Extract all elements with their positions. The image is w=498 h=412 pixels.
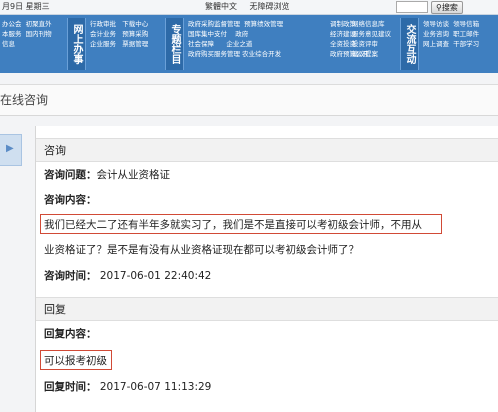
nav-link[interactable]: 票据管理 xyxy=(122,40,148,48)
reply-content-value: 可以报考初级 xyxy=(44,355,107,367)
nav-link[interactable]: 业务咨询 xyxy=(423,30,449,38)
consult-section-header: 咨询 xyxy=(36,138,498,162)
nav-link[interactable]: 初聚直外 xyxy=(26,20,52,28)
consult-content-line2: 业资格证了？是不是有没有从业资格证现在都可以考初级会计师了？ xyxy=(44,242,359,257)
traditional-chinese-link[interactable]: 繁體中文 xyxy=(205,2,237,11)
nav-link[interactable]: 社会保障 xyxy=(188,40,214,48)
reply-section-title: 回复 xyxy=(44,303,66,316)
top-bar: 月9日 星期三 繁體中文 无障碍浏览 ⚲搜索 xyxy=(0,0,498,15)
reply-content-row: 可以报考初级 xyxy=(44,353,107,368)
nav-link[interactable]: 预算绩效管理 xyxy=(244,20,283,28)
consult-content-line1: 我们已经大二了还有半年多就实习了，我们是不是直接可以考初级会计师，不用从 xyxy=(44,217,422,232)
sidebar-toggle[interactable]: ▶ xyxy=(0,134,22,166)
main-navigation: 办公会 初聚直外 本服务 国内刊物 信息 网上办事 行政审批 下载中心 会计业务… xyxy=(0,15,498,73)
page-title: 在线咨询 xyxy=(0,93,49,107)
date-text: 月9日 星期三 xyxy=(2,2,50,11)
nav-link[interactable]: 下载中心 xyxy=(122,20,148,28)
nav-link[interactable]: 本服务 xyxy=(2,30,22,38)
reply-time-value: 2017-06-07 11:13:29 xyxy=(99,381,212,393)
search-button-label: 搜索 xyxy=(441,3,458,12)
nav-link[interactable]: 国库集中支付 xyxy=(188,30,227,38)
nav-link[interactable]: 农业综合开发 xyxy=(242,50,281,58)
page-title-bar: 在线咨询 xyxy=(0,84,498,116)
consult-content-label: 咨询内容： xyxy=(44,192,97,207)
reply-section-header: 回复 xyxy=(36,297,498,321)
nav-link[interactable]: 政府购买服务管理 xyxy=(188,50,240,58)
nav-link[interactable]: 网上调查 xyxy=(423,40,449,48)
nav-head-special-topics[interactable]: 专题栏目 xyxy=(165,18,184,70)
consult-time-value: 2017-06-01 22:40:42 xyxy=(99,270,212,282)
consult-time-row: 咨询时间： 2017-06-01 22:40:42 xyxy=(44,268,211,283)
question-value: 会计从业资格证 xyxy=(96,169,171,181)
nav-link[interactable]: 预算采购 xyxy=(122,30,148,38)
nav-col-6: 领导访谈 领导信箱 业务咨询 职工邮件 网上调查 干部学习 xyxy=(423,19,479,49)
nav-link[interactable]: 企业服务 xyxy=(90,40,116,48)
nav-col-5: 网络信息库 服务意见建议 投资评审 建议提案 xyxy=(352,19,391,59)
question-label: 咨询问题： xyxy=(44,169,97,181)
consult-question-row: 咨询问题：会计从业资格证 xyxy=(44,167,170,182)
reply-content-label-row: 回复内容： xyxy=(44,326,97,341)
nav-link[interactable]: 行政审批 xyxy=(90,20,116,28)
nav-link[interactable]: 企业之道 xyxy=(226,40,252,48)
nav-link[interactable]: 信息 xyxy=(2,40,15,48)
nav-link[interactable]: 政府 xyxy=(235,30,248,38)
consultation-panel: 咨询 咨询问题：会计从业资格证 咨询内容： 我们已经大二了还有半年多就实习了，我… xyxy=(35,126,498,412)
nav-link[interactable]: 会计业务 xyxy=(90,30,116,38)
reply-time-row: 回复时间： 2017-06-07 11:13:29 xyxy=(44,379,211,394)
consult-section-title: 咨询 xyxy=(44,144,66,157)
nav-col-1: 办公会 初聚直外 本服务 国内刊物 信息 xyxy=(2,19,52,49)
nav-head-interaction[interactable]: 交流互动 xyxy=(400,18,419,70)
chevron-right-icon: ▶ xyxy=(6,143,14,154)
nav-col-2: 行政审批 下载中心 会计业务 预算采购 企业服务 票据管理 xyxy=(90,19,148,49)
content-label: 咨询内容： xyxy=(44,194,97,206)
nav-link[interactable]: 投资评审 xyxy=(352,39,391,49)
nav-link[interactable]: 国内刊物 xyxy=(26,30,52,38)
nav-link[interactable]: 政府采购监督管理 xyxy=(188,20,240,28)
nav-link[interactable]: 服务意见建议 xyxy=(352,29,391,39)
reply-content-label: 回复内容： xyxy=(44,328,97,340)
content-text-line2: 业资格证了？是不是有没有从业资格证现在都可以考初级会计师了？ xyxy=(44,244,359,256)
nav-link[interactable]: 领导访谈 xyxy=(423,20,449,28)
search-button[interactable]: ⚲搜索 xyxy=(431,1,463,14)
nav-col-3: 政府采购监督管理 预算绩效管理 国库集中支付 政府 社会保障 企业之道 政府购买… xyxy=(188,19,283,59)
nav-link[interactable]: 领导信箱 xyxy=(453,20,479,28)
nav-head-online-services[interactable]: 网上办事 xyxy=(67,18,86,70)
content-text-rest: 不用从 xyxy=(390,219,423,231)
search-input[interactable] xyxy=(396,1,428,13)
nav-link[interactable]: 职工邮件 xyxy=(453,30,479,38)
nav-link[interactable]: 干部学习 xyxy=(453,40,479,48)
nav-link[interactable]: 网络信息库 xyxy=(352,19,391,29)
consult-time-label: 咨询时间： xyxy=(44,270,97,282)
accessible-browsing-link[interactable]: 无障碍浏览 xyxy=(250,2,290,11)
reply-time-label: 回复时间： xyxy=(44,381,97,393)
nav-link[interactable]: 办公会 xyxy=(2,20,22,28)
content-text-boxed: 我们已经大二了还有半年多就实习了，我们是不是直接可以考初级会计师， xyxy=(44,219,391,231)
nav-link[interactable]: 建议提案 xyxy=(352,49,391,59)
